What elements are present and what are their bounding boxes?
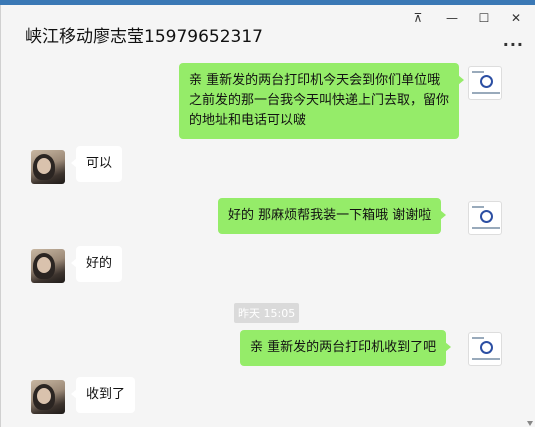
logo-icon <box>480 341 493 354</box>
message-bubble-incoming: 好的 <box>70 246 123 282</box>
my-avatar[interactable] <box>468 66 502 100</box>
my-avatar[interactable] <box>468 201 502 235</box>
message-bubble-outgoing: 亲 重新发的两台打印机收到了吧 <box>240 330 452 366</box>
scroll-down-icon[interactable] <box>527 419 533 427</box>
message-bubble-incoming: 可以 <box>70 146 123 182</box>
message-bubble-outgoing: 亲 重新发的两台打印机今天会到你们单位哦 之前发的那一台我今天叫快递上门去取，留… <box>179 63 464 139</box>
more-options-icon[interactable]: ··· <box>503 35 524 54</box>
pin-icon[interactable]: ⊼ <box>407 9 429 27</box>
chat-title: 峡江移动廖志莹15979652317 <box>25 27 263 47</box>
message-list: 亲 重新发的两台打印机今天会到你们单位哦 之前发的那一台我今天叫快递上门去取，留… <box>1 63 535 427</box>
contact-avatar[interactable] <box>31 380 65 414</box>
contact-avatar[interactable] <box>31 249 65 283</box>
timestamp: 昨天 15:05 <box>234 303 300 323</box>
message-bubble-incoming: 收到了 <box>70 377 136 413</box>
maximize-button[interactable]: ☐ <box>473 9 495 27</box>
chat-window: 峡江移动廖志莹15979652317 ⊼ — ☐ ✕ ··· 亲 重新发的两台打… <box>0 5 535 427</box>
message-bubble-outgoing: 好的 那麻烦帮我装一下箱哦 谢谢啦 <box>218 198 447 234</box>
logo-icon <box>480 75 493 88</box>
logo-icon <box>480 210 493 223</box>
minimize-button[interactable]: — <box>441 9 463 27</box>
contact-avatar[interactable] <box>31 150 65 184</box>
chat-header: 峡江移动廖志莹15979652317 ⊼ — ☐ ✕ ··· <box>1 5 535 63</box>
close-button[interactable]: ✕ <box>505 9 527 27</box>
my-avatar[interactable] <box>468 332 502 366</box>
